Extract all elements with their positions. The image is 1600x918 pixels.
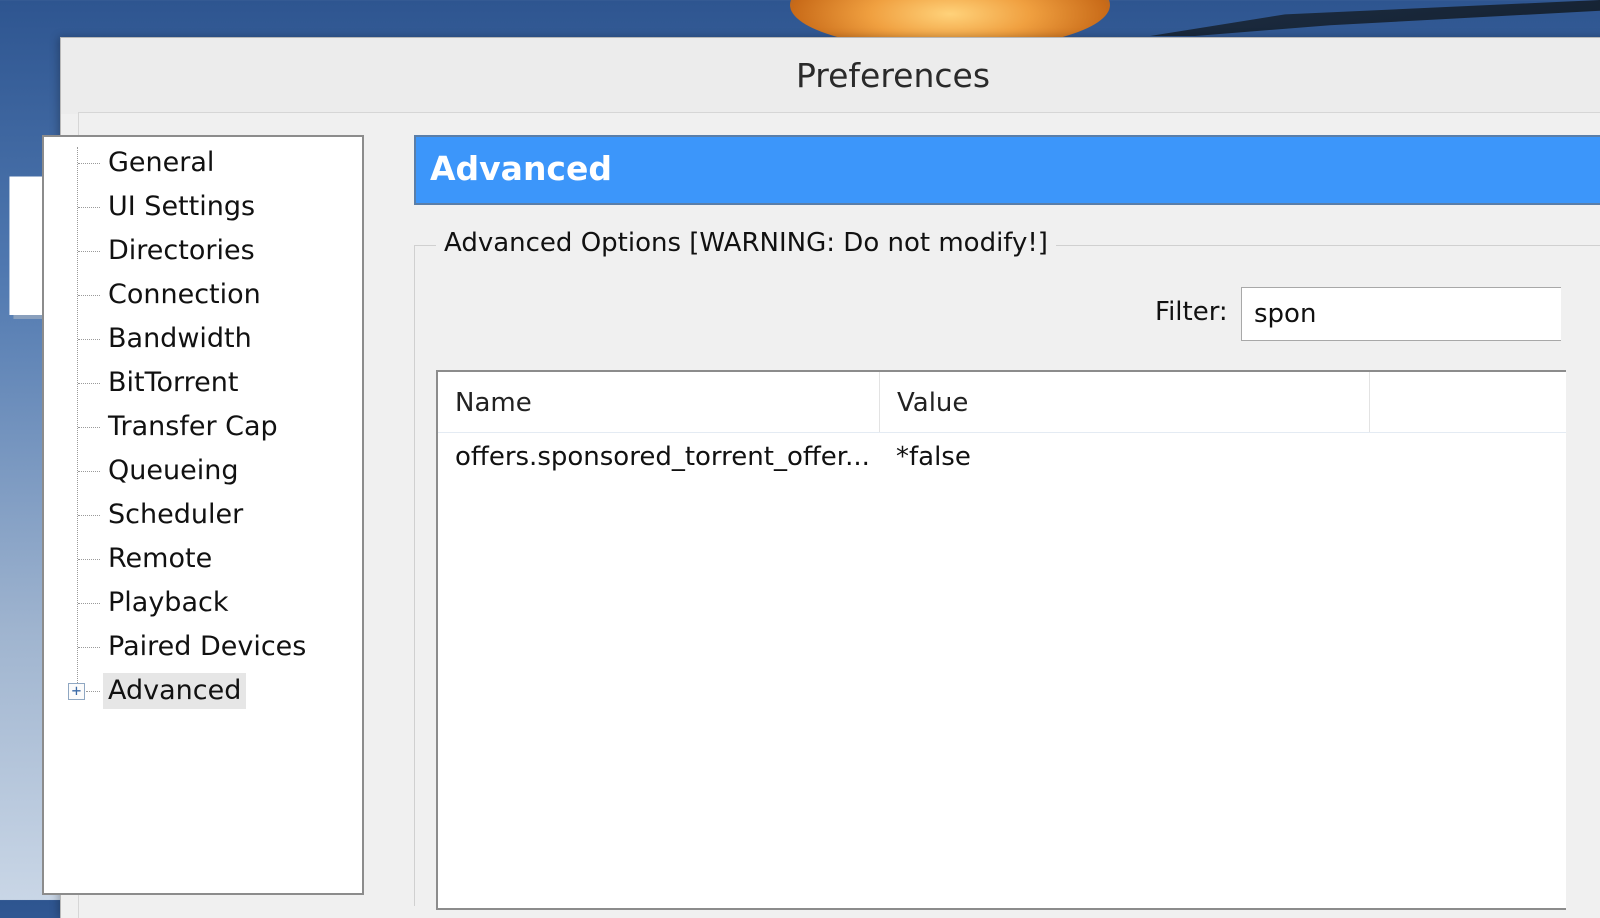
tree-item-label: Connection xyxy=(108,279,261,310)
section-header: Advanced xyxy=(414,135,1600,205)
wallpaper-stem xyxy=(1150,0,1600,36)
filter-input[interactable] xyxy=(1241,287,1561,341)
tree-item-transfer-cap[interactable]: Transfer Cap xyxy=(44,405,362,449)
tree-item-label: Queueing xyxy=(108,455,239,486)
row-name-cell: offers.sponsored_torrent_offer... xyxy=(455,442,870,472)
tree-item-paired-devices[interactable]: Paired Devices xyxy=(44,625,362,669)
tree-item-label: Directories xyxy=(108,235,255,266)
tree-item-scheduler[interactable]: Scheduler xyxy=(44,493,362,537)
section-title: Advanced xyxy=(430,149,612,188)
tree-item-label: General xyxy=(108,147,215,178)
tree-item-general[interactable]: General xyxy=(44,141,362,185)
tree-item-queueing[interactable]: Queueing xyxy=(44,449,362,493)
window-title: Preferences xyxy=(795,56,991,95)
title-bar[interactable]: Preferences xyxy=(61,38,1600,114)
table-row[interactable]: offers.sponsored_torrent_offer... *false xyxy=(438,436,1566,482)
tree-item-directories[interactable]: Directories xyxy=(44,229,362,273)
expand-plus-icon[interactable]: + xyxy=(68,683,85,700)
list-header: Name Value xyxy=(438,372,1566,433)
tree-item-label: Advanced xyxy=(103,673,247,709)
tree-item-label: BitTorrent xyxy=(108,367,239,398)
tree-item-advanced[interactable]: + Advanced xyxy=(44,669,362,713)
tree-item-playback[interactable]: Playback xyxy=(44,581,362,625)
filter-label: Filter: xyxy=(1155,297,1228,327)
options-list[interactable]: Name Value offers.sponsored_torrent_offe… xyxy=(436,370,1566,910)
tree-item-remote[interactable]: Remote xyxy=(44,537,362,581)
tree-item-label: Scheduler xyxy=(108,499,244,530)
tree-item-label: Playback xyxy=(108,587,229,618)
group-label: Advanced Options [WARNING: Do not modify… xyxy=(436,228,1056,258)
tree-item-label: Bandwidth xyxy=(108,323,252,354)
tree-item-label: Remote xyxy=(108,543,213,574)
tree-item-ui-settings[interactable]: UI Settings xyxy=(44,185,362,229)
row-value-cell: *false xyxy=(896,442,971,472)
tree-item-label: UI Settings xyxy=(108,191,256,222)
tree-item-label: Paired Devices xyxy=(108,631,307,662)
tree-item-connection[interactable]: Connection xyxy=(44,273,362,317)
tree-item-label: Transfer Cap xyxy=(108,411,278,442)
column-header-value[interactable]: Value xyxy=(880,372,1370,432)
tree-item-bandwidth[interactable]: Bandwidth xyxy=(44,317,362,361)
tree-item-bittorrent[interactable]: BitTorrent xyxy=(44,361,362,405)
column-header-name[interactable]: Name xyxy=(438,372,880,432)
category-tree[interactable]: General UI Settings Directories Connecti… xyxy=(42,135,364,895)
